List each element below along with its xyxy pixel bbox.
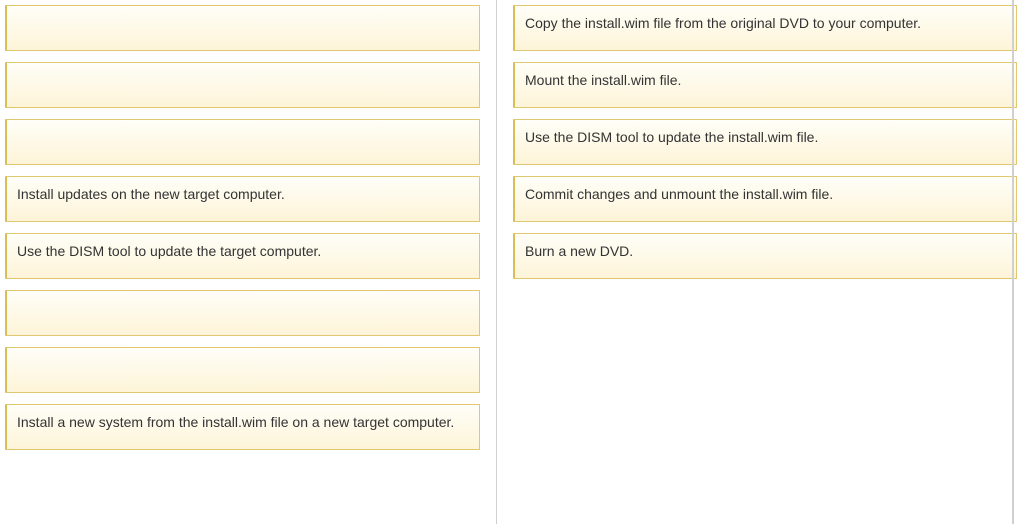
list-item-label: Copy the install.wim file from the origi… bbox=[525, 14, 921, 34]
right-edge-line bbox=[1012, 0, 1014, 524]
list-item[interactable]: Use the DISM tool to update the install.… bbox=[513, 119, 1017, 165]
list-item[interactable]: Use the DISM tool to update the target c… bbox=[5, 233, 480, 279]
column-divider bbox=[496, 0, 497, 524]
list-item-label: Use the DISM tool to update the install.… bbox=[525, 128, 818, 148]
list-item[interactable]: Install updates on the new target comput… bbox=[5, 176, 480, 222]
list-item-label: Burn a new DVD. bbox=[525, 242, 633, 262]
source-list: Install updates on the new target comput… bbox=[0, 0, 490, 524]
list-item[interactable]: Install a new system from the install.wi… bbox=[5, 404, 480, 450]
list-item-label: Mount the install.wim file. bbox=[525, 71, 681, 91]
list-item[interactable]: Copy the install.wim file from the origi… bbox=[513, 5, 1017, 51]
list-item[interactable] bbox=[5, 347, 480, 393]
list-item[interactable]: Commit changes and unmount the install.w… bbox=[513, 176, 1017, 222]
target-list: Copy the install.wim file from the origi… bbox=[503, 0, 1032, 524]
list-item-label: Commit changes and unmount the install.w… bbox=[525, 185, 833, 205]
list-item-label: Install updates on the new target comput… bbox=[17, 185, 285, 205]
list-item-label: Use the DISM tool to update the target c… bbox=[17, 242, 321, 262]
list-item[interactable] bbox=[5, 5, 480, 51]
list-item-label: Install a new system from the install.wi… bbox=[17, 413, 454, 433]
list-item[interactable] bbox=[5, 290, 480, 336]
list-item[interactable]: Mount the install.wim file. bbox=[513, 62, 1017, 108]
list-item[interactable]: Burn a new DVD. bbox=[513, 233, 1017, 279]
list-item[interactable] bbox=[5, 62, 480, 108]
list-item[interactable] bbox=[5, 119, 480, 165]
